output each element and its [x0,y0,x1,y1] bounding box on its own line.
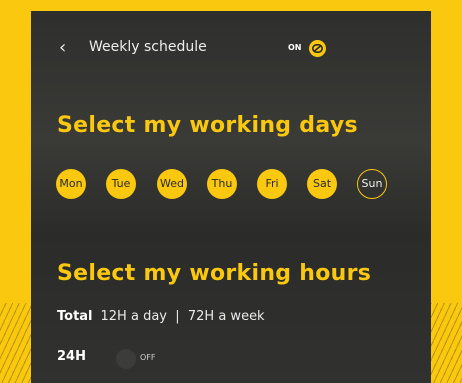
schedule-on-toggle[interactable]: ON [284,37,344,59]
h24-toggle[interactable]: OFF [116,349,168,369]
link-icon [312,44,323,53]
total-label: Total [57,309,93,324]
day-tue[interactable]: Tue [106,169,136,199]
day-sat[interactable]: Sat [307,169,337,199]
toggle-on-label: ON [288,43,302,52]
phone-screen: ‹ Weekly schedule ON Select my working d… [31,11,431,383]
h24-label: 24H [57,349,86,364]
toggle-knob [309,40,326,57]
total-value: 12H a day | 72H a week [100,309,265,324]
header: ‹ Weekly schedule ON [31,37,431,61]
day-fri[interactable]: Fri [257,169,287,199]
toggle-off-label: OFF [140,353,156,362]
back-chevron-icon[interactable]: ‹ [59,37,66,59]
day-wed[interactable]: Wed [157,169,187,199]
working-days-heading: Select my working days [57,113,358,138]
day-mon[interactable]: Mon [56,169,86,199]
day-thu[interactable]: Thu [207,169,237,199]
day-sun[interactable]: Sun [357,169,387,199]
toggle-knob-off [116,349,136,369]
page-title: Weekly schedule [89,39,207,55]
total-hours-row: Total 12H a day | 72H a week [57,309,265,324]
working-hours-heading: Select my working hours [57,261,372,286]
